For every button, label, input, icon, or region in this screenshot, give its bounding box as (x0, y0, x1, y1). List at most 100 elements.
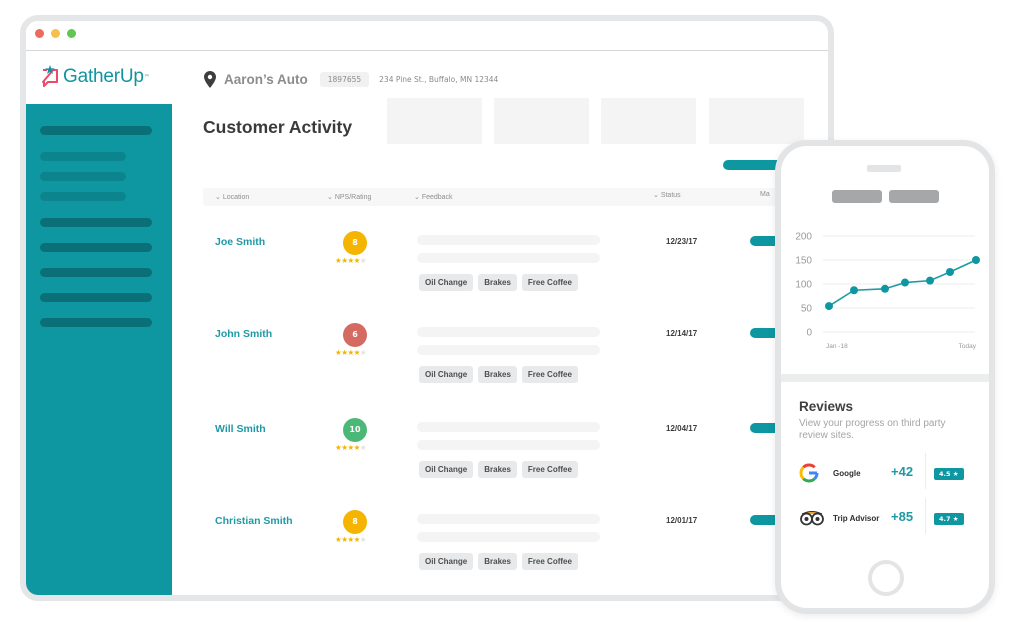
customer-name[interactable]: Joe Smith (215, 236, 265, 248)
data-point (825, 302, 833, 311)
maximize-window-button[interactable] (67, 29, 76, 38)
feedback-tag[interactable]: Oil Change (419, 553, 474, 570)
y-tick-label: 150 (795, 256, 812, 267)
star-rating: ★★★★★ (335, 535, 367, 544)
feedback-placeholder-line (417, 422, 600, 432)
y-tick-label: 100 (795, 280, 812, 291)
review-count: +42 (891, 464, 914, 479)
column-label: Feedback (421, 194, 453, 201)
nps-score-badge: 10 (343, 418, 367, 442)
x-tick-label: Today (959, 343, 977, 350)
customer-name[interactable]: Christian Smith (215, 515, 293, 527)
customer-name[interactable]: John Smith (215, 328, 272, 340)
feedback-tag[interactable]: Brakes (478, 366, 517, 383)
sidebar-item-1[interactable] (40, 126, 152, 135)
column-label: Location (222, 194, 250, 201)
data-point (972, 256, 980, 264)
tripadvisor-icon (800, 511, 824, 526)
sidebar-subitem-3[interactable] (40, 192, 126, 201)
table-row[interactable]: Joe Smith 8 ★★★★★ Oil Change Brakes Free C… (203, 224, 823, 314)
customer-name[interactable]: Will Smith (215, 423, 266, 435)
data-point (881, 284, 889, 293)
data-point (901, 278, 909, 287)
feedback-tag[interactable]: Brakes (478, 553, 517, 570)
sidebar-subitem-1[interactable] (40, 152, 126, 161)
status-date: 12/14/17 (666, 329, 698, 338)
stat-card-1 (387, 98, 482, 144)
stat-card-2 (494, 98, 589, 144)
feedback-tag[interactable]: Free Coffee (521, 461, 578, 478)
logo-trademark: ™ (143, 73, 150, 81)
table-header: ⌄ Location ⌄ NPS/Rating ⌄ Feedback ⌄ Sta… (203, 188, 823, 206)
feedback-placeholder-line (417, 532, 600, 542)
feedback-tag[interactable]: Free Coffee (521, 274, 578, 291)
feedback-placeholder-line (417, 253, 600, 263)
column-header-truncated[interactable]: Ma (760, 191, 770, 198)
rating-badge: 4.7 ★ (934, 513, 964, 525)
y-tick-label: 200 (795, 232, 812, 243)
review-site-tripadvisor[interactable]: Trip Advisor +85 4.7 ★ (799, 498, 974, 536)
nps-score-badge: 6 (343, 323, 367, 347)
star-rating: ★★★★★ (335, 256, 367, 265)
review-site-name: Google (833, 469, 861, 478)
phone-tab-button-1[interactable] (832, 190, 882, 203)
column-label: NPS/Rating (334, 194, 372, 201)
reviews-line-chart: 0 50 100 150 200 Jan -18 Today (795, 232, 980, 350)
minimize-window-button[interactable] (51, 29, 60, 38)
stat-card-4 (709, 98, 804, 144)
gatherup-logo[interactable]: GatherUp ™ (40, 65, 150, 89)
status-date: 12/04/17 (666, 424, 698, 433)
feedback-placeholder-line (417, 235, 600, 245)
phone-tab-button-2[interactable] (889, 190, 939, 203)
logo-chat-star-icon (42, 65, 58, 87)
feedback-tags: Oil Change Brakes Free Coffee (419, 274, 578, 291)
phone-home-button[interactable] (868, 560, 904, 596)
column-header-status[interactable]: ⌄ Status (653, 191, 681, 199)
table-row[interactable]: John Smith 6 ★★★★★ Oil Change Brakes Free … (203, 316, 823, 406)
feedback-tag[interactable]: Oil Change (419, 366, 474, 383)
nps-score-badge: 8 (343, 510, 367, 534)
sidebar-item-5[interactable] (40, 293, 152, 302)
star-rating: ★★★★★ (335, 348, 367, 357)
sidebar-item-6[interactable] (40, 318, 152, 327)
feedback-placeholder-line (417, 514, 600, 524)
column-header-feedback[interactable]: ⌄ Feedback (414, 193, 453, 201)
map-pin-icon (204, 71, 216, 88)
feedback-tag[interactable]: Brakes (478, 461, 517, 478)
table-row[interactable]: Will Smith 10 ★★★★★ Oil Change Brakes Free… (203, 411, 823, 501)
stat-card-3 (601, 98, 696, 144)
separator (925, 498, 926, 534)
feedback-placeholder-line (417, 345, 600, 355)
data-point (926, 276, 934, 285)
column-header-nps-rating[interactable]: ⌄ NPS/Rating (327, 193, 371, 201)
review-site-google[interactable]: Google +42 4.5 ★ (799, 453, 974, 491)
logo-text: GatherUp (63, 66, 144, 87)
title-bar (26, 21, 828, 51)
feedback-tags: Oil Change Brakes Free Coffee (419, 366, 578, 383)
feedback-tag[interactable]: Brakes (478, 274, 517, 291)
separator (925, 453, 926, 489)
feedback-tag[interactable]: Oil Change (419, 461, 474, 478)
sidebar-item-3[interactable] (40, 243, 152, 252)
table-row[interactable]: Christian Smith 8 ★★★★★ Oil Change Brakes… (203, 503, 823, 593)
column-label: Status (660, 192, 681, 199)
browser-window: GatherUp ™ Aaron’s Auto 1897655 234 Pine… (20, 15, 834, 601)
location-name[interactable]: Aaron’s Auto (224, 72, 308, 87)
feedback-tag[interactable]: Free Coffee (521, 553, 578, 570)
feedback-tag[interactable]: Oil Change (419, 274, 474, 291)
nps-score-badge: 8 (343, 231, 367, 255)
feedback-placeholder-line (417, 327, 600, 337)
status-date: 12/23/17 (666, 237, 698, 246)
section-divider (781, 374, 989, 382)
y-tick-label: 0 (806, 328, 812, 339)
x-tick-label: Jan -18 (826, 343, 848, 350)
column-header-location[interactable]: ⌄ Location (215, 193, 249, 201)
feedback-tag[interactable]: Free Coffee (521, 366, 578, 383)
sidebar-item-2[interactable] (40, 218, 152, 227)
star-rating: ★★★★★ (335, 443, 367, 452)
status-date: 12/01/17 (666, 516, 698, 525)
sidebar-subitem-2[interactable] (40, 172, 126, 181)
close-window-button[interactable] (35, 29, 44, 38)
sidebar-item-4[interactable] (40, 268, 152, 277)
location-address: 234 Pine St., Buffalo, MN 12344 (379, 75, 499, 84)
